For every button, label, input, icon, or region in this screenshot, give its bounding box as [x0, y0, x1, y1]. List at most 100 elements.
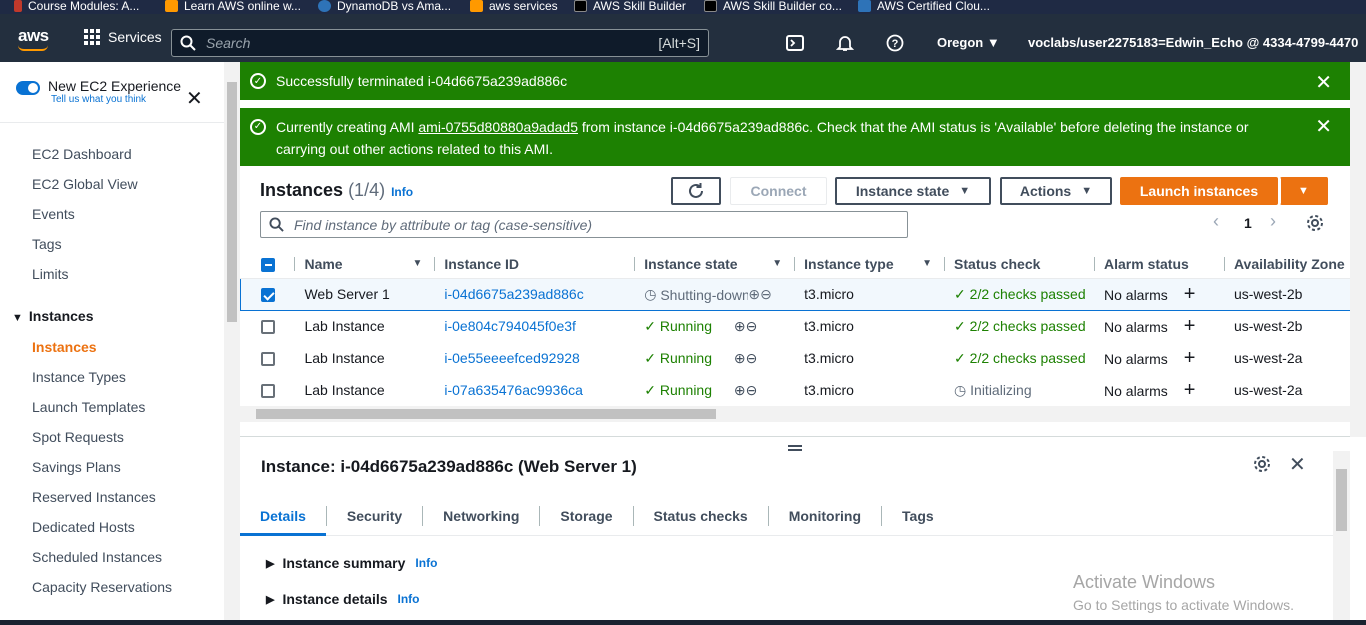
info-link[interactable]: Info — [391, 185, 413, 199]
add-alarm-icon[interactable]: + — [1184, 347, 1196, 369]
region-selector[interactable]: Oregon ▼ — [937, 35, 1000, 50]
bell-icon[interactable] — [836, 34, 854, 52]
zoom-in-icon[interactable]: ⊕ — [734, 382, 746, 398]
launch-dropdown-button[interactable]: ▼ — [1280, 177, 1328, 205]
table-row[interactable]: Lab Instance i-0e804c794045f0e3f ✓ Runni… — [241, 310, 1351, 342]
close-icon[interactable]: ✕ — [1315, 70, 1332, 95]
bookmark-item[interactable]: aws services — [470, 0, 558, 12]
settings-icon[interactable] — [1306, 214, 1324, 235]
col-instance-type[interactable]: Instance type ▼ — [794, 250, 945, 279]
instance-id-link[interactable]: i-0e804c794045f0e3f — [444, 318, 576, 334]
close-icon[interactable]: ✕ — [1315, 116, 1332, 138]
row-checkbox[interactable] — [260, 352, 275, 367]
nav-scheduled-instances[interactable]: Scheduled Instances — [32, 549, 162, 565]
instance-id-link[interactable]: i-04d6675a239ad886c — [444, 286, 583, 302]
instance-id-link[interactable]: i-0e55eeeefced92928 — [444, 350, 579, 366]
status-check[interactable]: Initializing — [970, 382, 1031, 398]
tab-security[interactable]: Security — [327, 505, 424, 526]
nav-ec2-global-view[interactable]: EC2 Global View — [32, 176, 138, 192]
row-checkbox[interactable] — [260, 384, 275, 399]
services-menu[interactable]: Services — [84, 29, 162, 45]
refresh-button[interactable] — [671, 177, 721, 205]
actions-button[interactable]: Actions ▼ — [1000, 177, 1112, 205]
sidebar-scrollbar[interactable] — [224, 62, 240, 620]
zoom-out-icon[interactable]: ⊖ — [746, 318, 758, 334]
prev-page-icon[interactable]: ‹ — [1213, 211, 1219, 232]
section-instance-details[interactable]: ▶ Instance details Info — [266, 591, 420, 607]
tab-details[interactable]: Details — [240, 505, 327, 536]
select-all-checkbox[interactable] — [260, 257, 275, 272]
connect-button[interactable]: Connect — [730, 177, 827, 205]
col-name[interactable]: Name ▼ — [294, 250, 435, 279]
tab-monitoring[interactable]: Monitoring — [769, 505, 883, 526]
add-alarm-icon[interactable]: + — [1184, 379, 1196, 401]
tab-storage[interactable]: Storage — [540, 505, 634, 526]
nav-events[interactable]: Events — [32, 206, 75, 222]
cloudshell-icon[interactable] — [786, 34, 804, 52]
nav-instance-types[interactable]: Instance Types — [32, 369, 126, 385]
nav-reserved-instances[interactable]: Reserved Instances — [32, 489, 156, 505]
new-experience-toggle[interactable]: New EC2 Experience Tell us what you thin… — [16, 78, 181, 105]
col-availability-zone[interactable]: Availability Zone — [1223, 250, 1350, 279]
status-check[interactable]: 2/2 checks passed — [970, 350, 1086, 366]
bookmark-item[interactable]: Learn AWS online w... — [165, 0, 301, 12]
account-menu[interactable]: voclabs/user2275183=Edwin_Echo @ 4334-47… — [1028, 35, 1358, 50]
resize-handle[interactable] — [788, 445, 802, 451]
tab-status-checks[interactable]: Status checks — [634, 505, 769, 526]
zoom-in-icon[interactable]: ⊕ — [734, 318, 746, 334]
detail-scrollbar[interactable] — [1333, 451, 1350, 620]
toggle-switch[interactable] — [16, 81, 40, 95]
zoom-out-icon[interactable]: ⊖ — [746, 350, 758, 366]
table-row[interactable]: Lab Instance i-0e55eeeefced92928 ✓ Runni… — [241, 342, 1351, 374]
table-row[interactable]: Web Server 1 i-04d6675a239ad886c ◷ Shutt… — [240, 277, 1350, 311]
zoom-out-icon[interactable]: ⊖ — [746, 382, 758, 398]
tab-tags[interactable]: Tags — [882, 506, 954, 526]
help-icon[interactable]: ? — [886, 34, 904, 52]
bookmark-item[interactable]: AWS Certified Clou... — [858, 0, 990, 12]
next-page-icon[interactable]: › — [1270, 211, 1276, 232]
select-all-checkbox-cell[interactable] — [240, 250, 295, 279]
nav-spot-requests[interactable]: Spot Requests — [32, 429, 124, 445]
col-alarm-status[interactable]: Alarm status — [1094, 250, 1224, 279]
tab-networking[interactable]: Networking — [423, 505, 541, 526]
filter-input[interactable]: Find instance by attribute or tag (case-… — [260, 211, 908, 238]
bookmark-item[interactable]: Course Modules: A... — [14, 0, 139, 12]
launch-instances-button[interactable]: Launch instances — [1120, 177, 1278, 205]
bookmark-item[interactable]: DynamoDB vs Ama... — [318, 0, 451, 12]
feedback-link[interactable]: Tell us what you think — [51, 94, 181, 105]
nav-section-instances[interactable]: ▼ Instances — [12, 308, 93, 324]
nav-instances[interactable]: Instances — [32, 339, 97, 355]
col-instance-state[interactable]: Instance state ▼ — [634, 250, 795, 279]
page-scrollbar[interactable] — [1350, 62, 1366, 437]
close-panel-icon[interactable]: ✕ — [1289, 452, 1306, 477]
nav-tags[interactable]: Tags — [32, 236, 62, 252]
bookmark-item[interactable]: AWS Skill Builder — [574, 0, 686, 12]
table-row[interactable]: Lab Instance i-07a635476ac9936ca ✓ Runni… — [241, 374, 1351, 406]
info-link[interactable]: Info — [415, 556, 437, 570]
col-status-check[interactable]: Status check — [944, 250, 1094, 279]
instance-id-link[interactable]: i-07a635476ac9936ca — [444, 382, 583, 398]
nav-savings-plans[interactable]: Savings Plans — [32, 459, 121, 475]
row-checkbox[interactable] — [260, 320, 275, 335]
aws-logo[interactable]: aws — [18, 26, 49, 51]
zoom-out-icon[interactable]: ⊖ — [760, 286, 772, 302]
row-checkbox[interactable] — [261, 288, 275, 303]
horizontal-scrollbar[interactable] — [240, 406, 1350, 422]
nav-ec2-dashboard[interactable]: EC2 Dashboard — [32, 146, 132, 162]
col-instance-id[interactable]: Instance ID — [434, 250, 635, 279]
nav-dedicated-hosts[interactable]: Dedicated Hosts — [32, 519, 135, 535]
section-instance-summary[interactable]: ▶ Instance summary Info — [266, 555, 437, 571]
settings-icon[interactable] — [1253, 455, 1271, 478]
instance-state-button[interactable]: Instance state ▼ — [835, 177, 991, 205]
nav-limits[interactable]: Limits — [32, 266, 69, 282]
zoom-in-icon[interactable]: ⊕ — [748, 286, 760, 302]
ami-link[interactable]: ami-0755d80880a9adad5 — [418, 119, 578, 135]
search-input[interactable]: Search [Alt+S] — [171, 29, 709, 57]
zoom-in-icon[interactable]: ⊕ — [734, 350, 746, 366]
nav-launch-templates[interactable]: Launch Templates — [32, 399, 145, 415]
bookmark-item[interactable]: AWS Skill Builder co... — [704, 0, 842, 12]
status-check[interactable]: 2/2 checks passed — [970, 286, 1086, 302]
page-number[interactable]: 1 — [1244, 215, 1252, 231]
add-alarm-icon[interactable]: + — [1184, 283, 1196, 305]
close-sidebar-icon[interactable]: ✕ — [186, 86, 203, 111]
